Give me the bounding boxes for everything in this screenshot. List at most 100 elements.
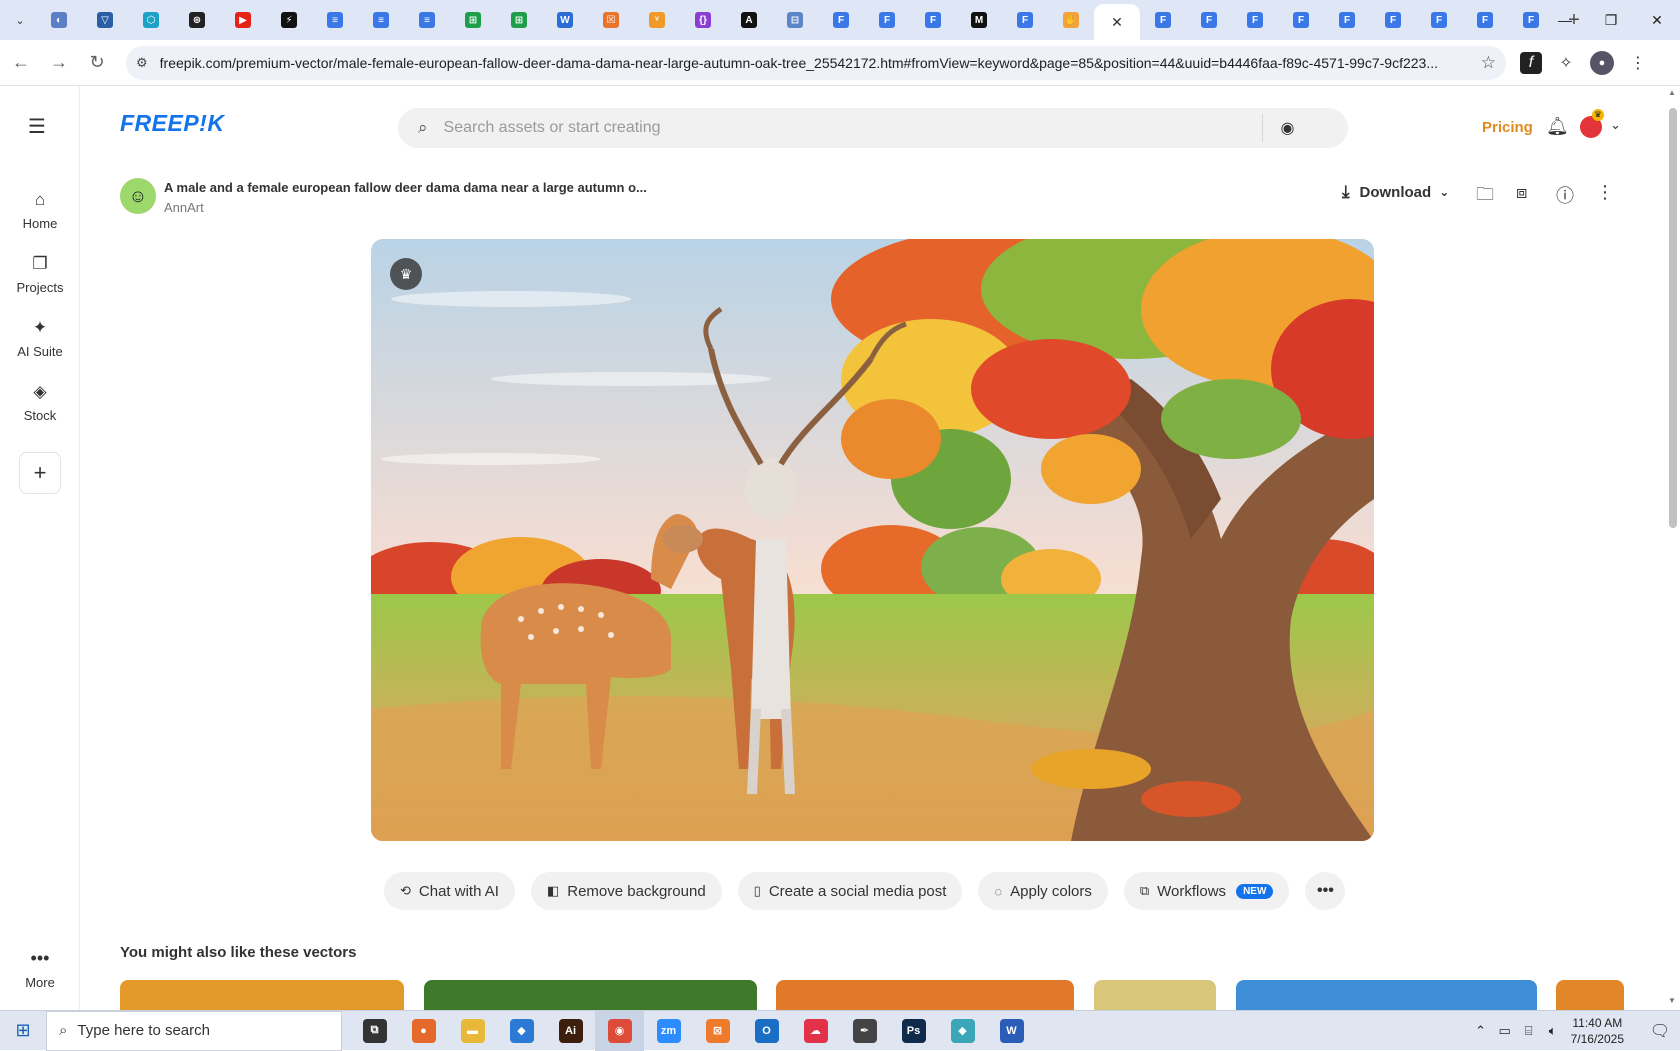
remove-background-button[interactable]: ◧ Remove background (530, 872, 722, 910)
forward-icon[interactable]: → (42, 46, 76, 80)
browser-tab[interactable]: F (1324, 3, 1370, 37)
browser-tab[interactable]: F (1278, 3, 1324, 37)
camera-search-icon[interactable]: ◉ (1281, 118, 1295, 138)
related-thumb[interactable] (1556, 980, 1624, 1010)
tab-search-icon[interactable]: ⌄ (8, 8, 32, 32)
pricing-link[interactable]: Pricing (1482, 119, 1533, 136)
back-icon[interactable]: ← (4, 46, 38, 80)
browser-tab[interactable]: F (864, 3, 910, 37)
taskbar-app[interactable]: ▬ (448, 1011, 497, 1051)
author-name[interactable]: AnnArt (164, 200, 204, 215)
create-social-post-button[interactable]: ▯ Create a social media post (737, 872, 963, 910)
author-avatar[interactable]: ☺ (120, 178, 156, 214)
taskbar-app[interactable]: Ai (546, 1011, 595, 1051)
browser-tab[interactable]: ⬡ (128, 3, 174, 37)
notifications-bell-icon[interactable]: 🔔︎ (1546, 116, 1569, 137)
browser-tab[interactable]: ≡ (404, 3, 450, 37)
taskbar-app[interactable]: O (742, 1011, 791, 1051)
download-button[interactable]: ⤓ Download ⌄ (1342, 182, 1449, 202)
bookmark-star-icon[interactable]: ☆ (1481, 53, 1496, 73)
related-thumb[interactable] (1236, 980, 1537, 1010)
notifications-icon[interactable]: 🗨︎ (1640, 1021, 1680, 1041)
taskbar-app[interactable]: ⧉ (350, 1011, 399, 1051)
browser-tab[interactable]: ᵛ (634, 3, 680, 37)
browser-tab[interactable]: ⚡ (266, 3, 312, 37)
chevron-up-icon[interactable]: ⌃ (1469, 1023, 1493, 1039)
browser-tab[interactable]: F (1140, 3, 1186, 37)
sidebar-item-more[interactable]: ••• More (0, 948, 80, 990)
taskbar-app[interactable]: Ps (889, 1011, 938, 1051)
taskbar-app[interactable]: ✒ (840, 1011, 889, 1051)
chevron-down-icon[interactable]: ⌄ (1610, 117, 1621, 133)
edit-image-icon[interactable]: ⧈ (1516, 182, 1527, 203)
scroll-up-icon[interactable]: ▲ (1668, 88, 1676, 97)
related-thumb[interactable] (1094, 980, 1216, 1010)
taskbar-app[interactable]: ⊠ (693, 1011, 742, 1051)
scrollbar-thumb[interactable] (1669, 108, 1677, 528)
related-thumb[interactable] (424, 980, 757, 1010)
apply-colors-button[interactable]: ◌ Apply colors (978, 872, 1108, 910)
sidebar-item-stock[interactable]: ◈ Stock (0, 382, 80, 423)
sidebar-item-home[interactable]: ⌂ Home (0, 190, 80, 231)
chat-with-ai-button[interactable]: ⟲ Chat with AI (384, 872, 515, 910)
clock[interactable]: 11:40 AM 7/16/2025 (1571, 1015, 1624, 1047)
windows-start-icon[interactable]: ⊞ (0, 1011, 46, 1051)
browser-tab[interactable]: ⊞ (450, 3, 496, 37)
browser-tab[interactable]: F (1186, 3, 1232, 37)
minimize-icon[interactable]: — (1542, 0, 1588, 40)
search-input[interactable] (443, 119, 1244, 137)
page-scrollbar[interactable]: ▲ ▼ (1666, 86, 1680, 1010)
taskbar-app[interactable]: ● (399, 1011, 448, 1051)
sidebar-item-projects[interactable]: ❐ Projects (0, 254, 80, 295)
volume-icon[interactable]: 🔈︎ (1541, 1023, 1565, 1039)
address-bar[interactable]: ⚙ freepik.com/premium-vector/male-female… (126, 45, 1506, 80)
browser-tab[interactable]: F (1232, 3, 1278, 37)
browser-tab[interactable]: F (818, 3, 864, 37)
browser-tab[interactable]: F (1002, 3, 1048, 37)
browser-tab[interactable]: ☒ (588, 3, 634, 37)
browser-tab[interactable]: F (1462, 3, 1508, 37)
close-window-icon[interactable]: ✕ (1634, 0, 1680, 40)
extension-f-icon[interactable]: f (1520, 51, 1542, 74)
browser-tab[interactable]: ▶ (220, 3, 266, 37)
browser-tab[interactable]: F (910, 3, 956, 37)
taskbar-app[interactable]: W (987, 1011, 1036, 1051)
reload-icon[interactable]: ↻ (80, 46, 114, 80)
browser-tab[interactable]: ≡ (358, 3, 404, 37)
add-button[interactable]: + (19, 452, 61, 494)
url-text[interactable]: freepik.com/premium-vector/male-female-e… (160, 55, 1473, 71)
browser-menu-icon[interactable]: ⋮ (1624, 49, 1652, 77)
extensions-puzzle-icon[interactable]: ✧ (1552, 49, 1580, 77)
more-options-icon[interactable]: ⋮ (1596, 182, 1614, 203)
sidebar-item-ai-suite[interactable]: ✦ AI Suite (0, 318, 80, 359)
restore-icon[interactable]: ❐ (1588, 0, 1634, 40)
freepik-logo[interactable]: FREEP!K (120, 110, 224, 137)
browser-tab[interactable]: ⊟ (772, 3, 818, 37)
browser-tab[interactable]: ✋ (1048, 3, 1094, 37)
display-icon[interactable]: ▭ (1493, 1023, 1517, 1039)
taskbar-app[interactable]: ◆ (938, 1011, 987, 1051)
related-thumb[interactable] (776, 980, 1074, 1010)
more-actions-button[interactable]: ••• (1305, 872, 1346, 910)
browser-tab[interactable]: M (956, 3, 1002, 37)
taskbar-app[interactable]: zm (644, 1011, 693, 1051)
taskbar-app[interactable]: ◉ (595, 1010, 644, 1051)
add-to-folder-icon[interactable]: 🗀 (1476, 182, 1494, 212)
browser-tab[interactable]: {} (680, 3, 726, 37)
browser-tab[interactable]: ▽ (82, 3, 128, 37)
browser-tab[interactable]: ⊞ (496, 3, 542, 37)
browser-tab[interactable]: F (1416, 3, 1462, 37)
browser-tab[interactable]: A (726, 3, 772, 37)
close-tab-icon[interactable]: ✕ (1111, 14, 1123, 31)
hamburger-menu-icon[interactable]: ☰ (28, 114, 46, 139)
info-icon[interactable]: ⓘ (1556, 182, 1574, 208)
network-icon[interactable]: ⌸ (1517, 1023, 1541, 1039)
taskbar-app[interactable]: ☁ (791, 1011, 840, 1051)
browser-tab[interactable]: F (1370, 3, 1416, 37)
browser-tab[interactable]: ≡ (312, 3, 358, 37)
browser-tab[interactable]: ⊛ (174, 3, 220, 37)
taskbar-search[interactable]: ⌕ Type here to search (46, 1010, 342, 1051)
scroll-down-icon[interactable]: ▼ (1668, 996, 1676, 1005)
profile-avatar[interactable]: ● (1590, 50, 1614, 75)
asset-preview-image[interactable]: ♛ (371, 239, 1374, 841)
